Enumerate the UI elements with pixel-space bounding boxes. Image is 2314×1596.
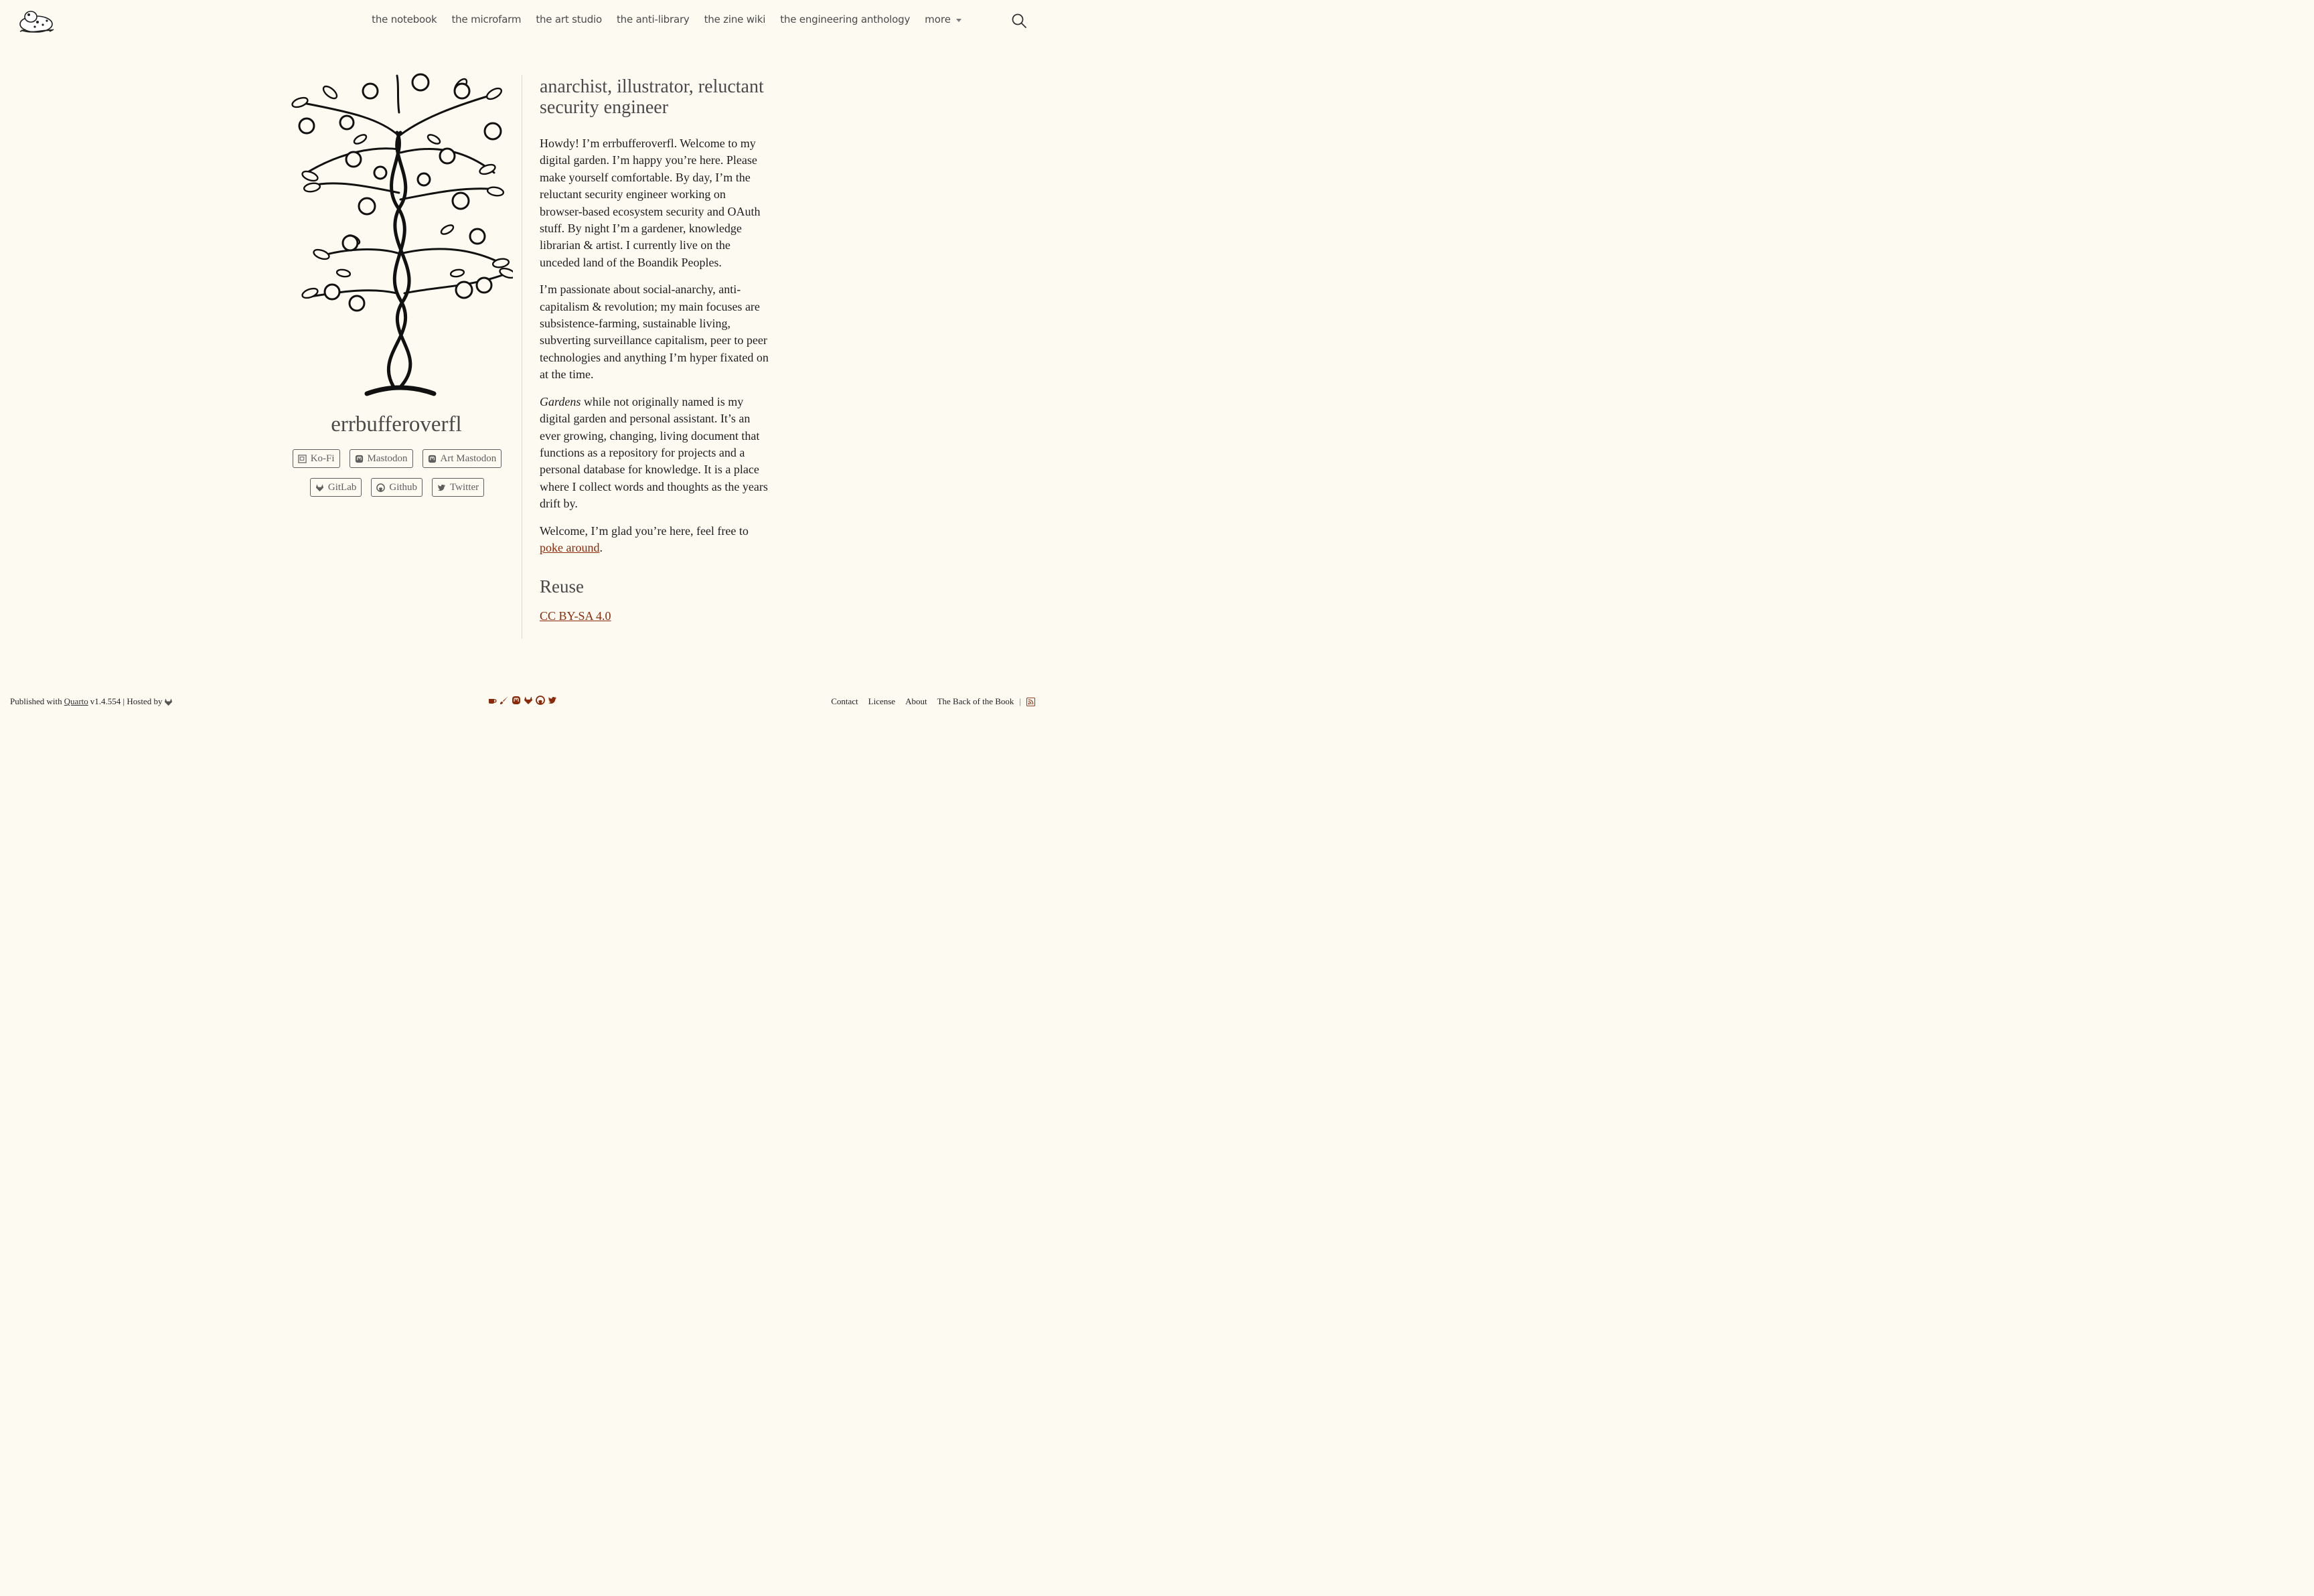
kofi-button[interactable]: Ko-Fi <box>292 449 340 468</box>
gitlab-icon[interactable] <box>164 698 173 706</box>
footer-link-back-of-book[interactable]: The Back of the Book <box>937 696 1014 707</box>
nav-link-notebook[interactable]: the notebook <box>372 13 437 25</box>
footer-link-contact[interactable]: Contact <box>831 696 858 707</box>
footer-social-icons <box>487 696 557 705</box>
github-label: Github <box>389 481 418 493</box>
quarto-link[interactable]: Quarto <box>64 696 88 707</box>
github-icon <box>376 483 386 492</box>
brush-icon[interactable] <box>499 696 509 705</box>
gitlab-button[interactable]: GitLab <box>309 478 362 497</box>
twitter-icon <box>437 484 446 491</box>
twitter-icon[interactable] <box>548 696 557 705</box>
navbar: the notebook the microfarm the art studi… <box>0 0 1050 42</box>
gitlab-icon <box>315 483 323 491</box>
profile-links-row-2: GitLab Github Twitter <box>280 478 514 497</box>
art-mastodon-button[interactable]: Art Mastodon <box>422 449 502 468</box>
footer-link-license[interactable]: License <box>868 696 895 707</box>
twitter-button[interactable]: Twitter <box>432 478 485 497</box>
search-icon[interactable] <box>1011 13 1027 29</box>
nav-more-dropdown[interactable]: more <box>925 13 961 25</box>
profile-links-row-1: Ko-Fi Mastodon Art Mastodon <box>280 449 514 468</box>
about-content: anarchist, illustrator, reluctant securi… <box>540 76 770 623</box>
footer-separator: | <box>1019 696 1021 706</box>
github-button[interactable]: Github <box>371 478 423 497</box>
nav-link-zine-wiki[interactable]: the zine wiki <box>704 13 766 25</box>
footer-left: Published with Quarto v1.4.554 | Hosted … <box>10 696 173 707</box>
poke-around-link[interactable]: poke around <box>540 541 599 554</box>
kofi-label: Ko-Fi <box>310 453 335 464</box>
license-link[interactable]: CC BY-SA 4.0 <box>540 609 611 623</box>
github-icon[interactable] <box>536 696 545 705</box>
gardens-text: while not originally named is my digital… <box>540 394 768 511</box>
intro-paragraph: Howdy! I’m errbufferoverfl. Welcome to m… <box>540 137 761 269</box>
twitter-label: Twitter <box>450 481 479 493</box>
nav-link-anti-library[interactable]: the anti-library <box>617 13 690 25</box>
chevron-down-icon <box>956 18 961 22</box>
rss-icon[interactable] <box>1026 697 1035 706</box>
profile-name: errbufferoverfl <box>331 412 462 436</box>
page-title: anarchist, illustrator, reluctant securi… <box>540 76 764 118</box>
nav-more-label: more <box>925 13 951 25</box>
passion-paragraph: I’m passionate about social-anarchy, ant… <box>540 283 769 382</box>
welcome-end: . <box>599 540 603 554</box>
mastodon-icon[interactable] <box>512 696 521 705</box>
art-mastodon-label: Art Mastodon <box>440 453 497 464</box>
version-text: v1.4.554 | Hosted by <box>90 696 163 706</box>
coffee-icon[interactable] <box>487 696 497 705</box>
reuse-heading: Reuse <box>540 576 584 597</box>
mastodon-label: Mastodon <box>367 453 408 464</box>
welcome-text: Welcome, I’m glad you’re here, feel free… <box>540 524 749 538</box>
gardens-emphasis: Gardens <box>540 394 581 408</box>
mastodon-icon <box>355 455 363 463</box>
gardens-paragraph: Gardens while not originally named is my… <box>540 394 770 513</box>
tree-illustration <box>291 73 513 396</box>
footer-link-about[interactable]: About <box>905 696 927 707</box>
toad-logo-icon[interactable] <box>17 7 55 34</box>
nav-links: the notebook the microfarm the art studi… <box>357 13 961 25</box>
gitlab-icon[interactable] <box>524 696 533 705</box>
mastodon-icon <box>428 455 436 463</box>
published-prefix: Published with <box>10 696 62 706</box>
kofi-icon <box>298 454 307 463</box>
footer: Published with Quarto v1.4.554 | Hosted … <box>0 694 1050 710</box>
nav-link-art-studio[interactable]: the art studio <box>536 13 602 25</box>
welcome-paragraph: Welcome, I’m glad you’re here, feel free… <box>540 523 770 557</box>
nav-link-engineering-anthology[interactable]: the engineering anthology <box>780 13 910 25</box>
footer-right: Contact License About The Back of the Bo… <box>821 696 1035 707</box>
nav-link-microfarm[interactable]: the microfarm <box>451 13 521 25</box>
gitlab-label: GitLab <box>327 481 357 493</box>
mastodon-button[interactable]: Mastodon <box>349 449 413 468</box>
